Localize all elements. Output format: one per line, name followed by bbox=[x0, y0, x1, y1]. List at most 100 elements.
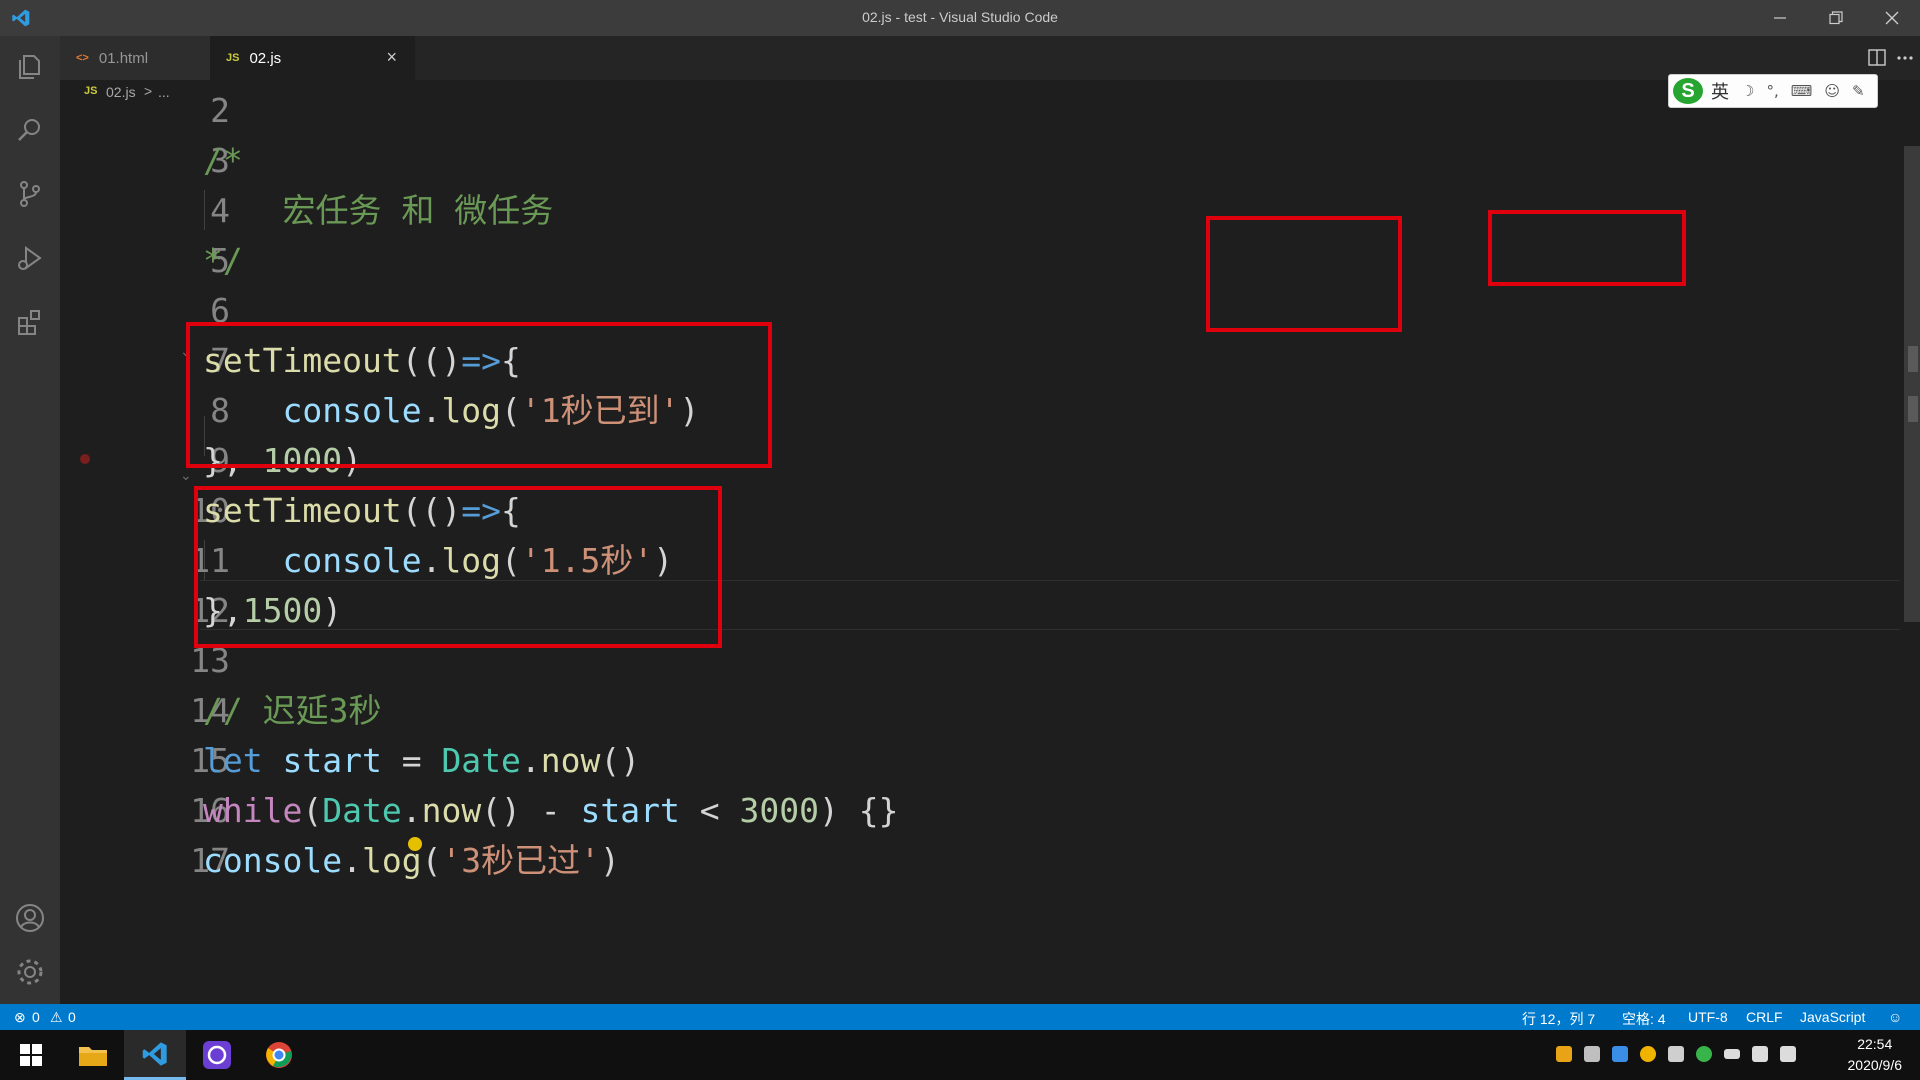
chrome-icon bbox=[266, 1042, 292, 1068]
code-token: = bbox=[381, 741, 442, 780]
code-token: let bbox=[203, 741, 263, 780]
taskbar-clock[interactable]: 22:54 2020/9/6 bbox=[1848, 1034, 1903, 1076]
minimize-icon bbox=[1774, 17, 1786, 19]
ime-user-icon[interactable]: ☺ bbox=[1824, 82, 1840, 100]
code-token: Date bbox=[322, 791, 402, 830]
end-of-line[interactable]: CRLF bbox=[1746, 1009, 1783, 1025]
accounts-icon[interactable] bbox=[14, 902, 46, 934]
tab-02-js[interactable]: JS 02.js × bbox=[210, 36, 415, 80]
annotation-box-empty-2 bbox=[1488, 210, 1686, 286]
code-token: () bbox=[600, 741, 641, 780]
tab-label: 01.html bbox=[98, 49, 149, 67]
code-token: */ bbox=[203, 241, 243, 280]
code-token: console bbox=[203, 841, 343, 880]
code-token: while bbox=[203, 791, 303, 830]
close-window-button[interactable] bbox=[1864, 0, 1920, 36]
network-icon[interactable] bbox=[1752, 1046, 1768, 1062]
tray-app-icon[interactable] bbox=[1612, 1046, 1628, 1062]
taskbar-screen-recorder[interactable] bbox=[186, 1030, 248, 1080]
search-icon[interactable] bbox=[14, 114, 46, 146]
code-token: /* bbox=[203, 141, 243, 180]
code-line[interactable]: 3/* bbox=[60, 136, 1900, 186]
code-editor[interactable]: 2 3/* 4 宏任务 和 微任务 5 */6 7 setTimeout(()=>{8 co… bbox=[60, 91, 1920, 1004]
ime-mode-toggle[interactable]: 英 bbox=[1711, 78, 1729, 104]
scrollbar-marker bbox=[1908, 396, 1918, 422]
run-debug-icon[interactable] bbox=[14, 242, 46, 274]
minimize-button[interactable] bbox=[1752, 0, 1808, 36]
tab-label: 02.js bbox=[249, 49, 282, 67]
line-code: /* bbox=[203, 136, 243, 186]
taskbar-chrome[interactable] bbox=[248, 1030, 310, 1080]
language-mode[interactable]: JavaScript bbox=[1800, 1009, 1865, 1025]
code-line[interactable]: 14// 迟延3秒 bbox=[60, 686, 1900, 736]
ime-punctuation-icon[interactable]: °, bbox=[1766, 82, 1778, 100]
source-control-icon[interactable] bbox=[14, 178, 46, 210]
breakpoint-marker[interactable] bbox=[80, 454, 90, 464]
ime-keyboard-icon[interactable]: ⌨ bbox=[1791, 82, 1813, 100]
ime-moon-icon[interactable]: ☽ bbox=[1741, 82, 1754, 100]
settings-gear-icon[interactable] bbox=[14, 956, 46, 988]
indentation[interactable]: 空格: 4 bbox=[1622, 1009, 1666, 1029]
warnings-count[interactable]: 0 bbox=[68, 1009, 76, 1025]
feedback-icon[interactable]: ☺ bbox=[1888, 1009, 1902, 1025]
line-number: 2 bbox=[210, 91, 230, 130]
vertical-scrollbar[interactable] bbox=[1904, 146, 1920, 622]
annotation-box-timeout-2 bbox=[194, 486, 722, 648]
extensions-icon[interactable] bbox=[14, 306, 46, 338]
line-code: while(Date.now() - start < 3000) {} bbox=[203, 786, 898, 836]
code-line[interactable]: 15 let start = Date.now() bbox=[60, 736, 1900, 786]
battery-icon[interactable] bbox=[1724, 1049, 1740, 1059]
fold-chevron-icon[interactable]: ⌄ bbox=[180, 468, 192, 484]
vscode-icon bbox=[142, 1041, 167, 1066]
errors-icon[interactable]: ⊗ bbox=[14, 1009, 26, 1026]
code-token: start bbox=[282, 741, 382, 780]
explorer-icon[interactable] bbox=[14, 50, 46, 82]
editor-tab-bar: <> 01.html JS 02.js × bbox=[60, 36, 1920, 80]
code-token: () - bbox=[481, 791, 581, 830]
volume-icon[interactable] bbox=[1780, 1046, 1796, 1062]
sogou-logo-icon[interactable]: S bbox=[1673, 78, 1703, 104]
tray-chat-icon[interactable] bbox=[1668, 1046, 1684, 1062]
windows-taskbar: 22:54 2020/9/6 bbox=[0, 1030, 1920, 1080]
ime-toolbar[interactable]: S 英 ☽ °, ⌨ ☺ ✎ bbox=[1668, 74, 1878, 108]
warnings-icon[interactable]: ⚠ bbox=[50, 1009, 63, 1026]
windows-start-button[interactable] bbox=[0, 1030, 62, 1080]
code-line[interactable]: 2 bbox=[60, 86, 1900, 136]
taskbar-vscode[interactable] bbox=[124, 1030, 186, 1080]
code-line[interactable]: 16 while(Date.now() - start < 3000) {} bbox=[60, 786, 1900, 836]
status-bar: ⊗ 0 ⚠ 0 行 12，列 7 空格: 4 UTF-8 CRLF JavaSc… bbox=[0, 1004, 1920, 1030]
cursor-position[interactable]: 行 12，列 7 bbox=[1522, 1009, 1595, 1029]
lightbulb-icon[interactable] bbox=[408, 837, 422, 851]
more-actions-icon[interactable] bbox=[1896, 49, 1914, 67]
close-tab-button[interactable]: × bbox=[386, 47, 397, 68]
code-token: ) bbox=[600, 841, 620, 880]
close-icon bbox=[1885, 11, 1899, 25]
code-line[interactable]: 17 console.log('3秒已过') bbox=[60, 836, 1900, 886]
code-token: now bbox=[421, 791, 482, 830]
code-token: now bbox=[540, 741, 601, 780]
code-token: '3秒已过' bbox=[441, 841, 601, 880]
code-token: . bbox=[342, 841, 362, 880]
html-file-icon: <> bbox=[76, 52, 89, 64]
tab-01-html[interactable]: <> 01.html bbox=[60, 36, 210, 80]
taskbar-file-explorer[interactable] bbox=[62, 1030, 124, 1080]
windows-logo-icon bbox=[20, 1044, 42, 1066]
activity-bar bbox=[0, 36, 60, 1004]
clock-date: 2020/9/6 bbox=[1847, 1057, 1903, 1073]
tray-network-share-icon[interactable] bbox=[1584, 1046, 1600, 1062]
errors-count[interactable]: 0 bbox=[32, 1009, 40, 1025]
split-editor-icon[interactable] bbox=[1868, 49, 1886, 67]
tray-security-icon[interactable] bbox=[1556, 1046, 1572, 1062]
tray-green-icon[interactable] bbox=[1696, 1046, 1712, 1062]
restore-icon bbox=[1829, 11, 1843, 25]
line-code: // 迟延3秒 bbox=[203, 686, 381, 736]
encoding[interactable]: UTF-8 bbox=[1688, 1009, 1728, 1025]
ime-tools-icon[interactable]: ✎ bbox=[1852, 82, 1865, 100]
scrollbar-marker bbox=[1908, 346, 1918, 372]
title-bar: 02.js - test - Visual Studio Code bbox=[0, 0, 1920, 36]
restore-button[interactable] bbox=[1808, 0, 1864, 36]
tray-sun-icon[interactable] bbox=[1640, 1046, 1656, 1062]
code-token: . bbox=[520, 741, 541, 780]
code-token: < bbox=[679, 791, 740, 830]
window-title: 02.js - test - Visual Studio Code bbox=[862, 9, 1058, 25]
